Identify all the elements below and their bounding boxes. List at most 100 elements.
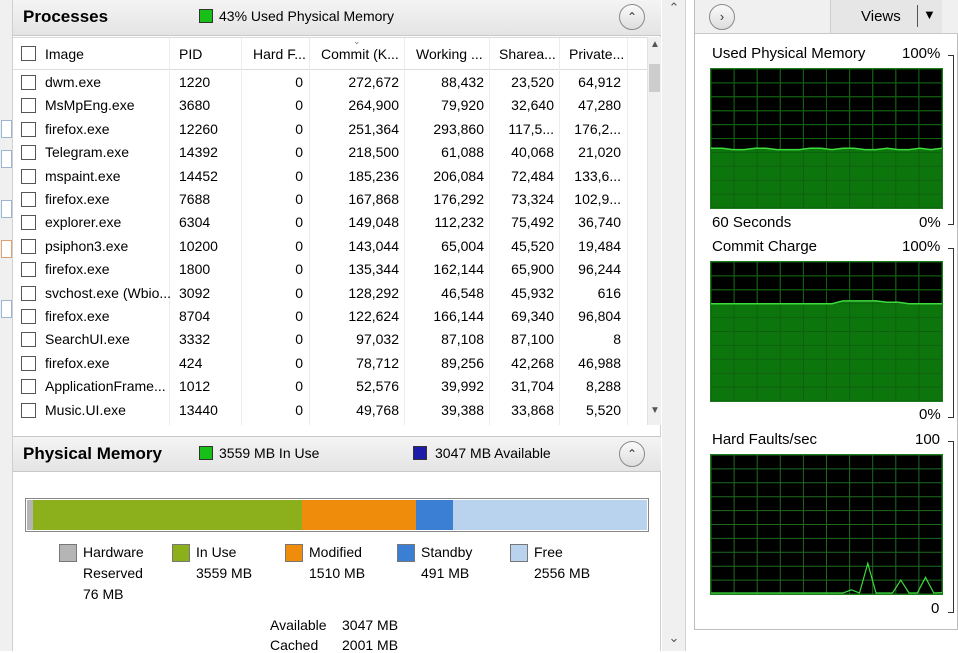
cell-image: firefox.exe xyxy=(45,191,110,207)
cell-hard-faults: 0 xyxy=(295,401,303,418)
used-memory-swatch xyxy=(199,9,213,23)
main-scrollbar[interactable]: ⌃ ⌄ xyxy=(662,0,686,651)
row-checkbox[interactable] xyxy=(21,145,36,161)
table-row[interactable]: dwm.exe 1220 0 272,672 88,432 23,520 64,912 xyxy=(13,71,647,94)
cell-pid: 10200 xyxy=(179,237,218,254)
cell-private: 19,484 xyxy=(578,237,621,254)
column-header-shareable[interactable]: Sharea... xyxy=(499,46,556,62)
expand-graphs-button[interactable]: › xyxy=(709,4,735,30)
table-row[interactable]: firefox.exe 424 0 78,712 89,256 42,268 46,988 xyxy=(13,352,647,375)
table-row[interactable]: firefox.exe 12260 0 251,364 293,860 117,5... 1… xyxy=(13,118,647,141)
table-row[interactable]: SearchUI.exe 3332 0 97,032 87,108 87,100 8 xyxy=(13,328,647,351)
cell-private: 46,988 xyxy=(578,354,621,371)
graph-title-hard-faults: Hard Faults/sec xyxy=(712,431,818,448)
column-header-hard-faults[interactable]: Hard F... xyxy=(253,46,306,62)
cell-hard-faults: 0 xyxy=(295,74,303,90)
cell-hard-faults: 0 xyxy=(295,308,303,324)
cell-working-set: 88,432 xyxy=(441,74,484,90)
cell-pid: 1800 xyxy=(179,261,211,278)
cell-pid: 3680 xyxy=(179,97,211,114)
row-checkbox[interactable] xyxy=(21,355,36,371)
cell-hard-faults: 0 xyxy=(295,97,303,114)
cell-commit: 143,044 xyxy=(348,237,399,254)
memory-legend-item: Free 2556 MB xyxy=(510,542,591,584)
row-checkbox[interactable] xyxy=(21,332,36,348)
column-header-private[interactable]: Private... xyxy=(569,46,624,62)
table-row[interactable]: firefox.exe 8704 0 122,624 166,144 69,340 96,8… xyxy=(13,305,647,328)
table-row[interactable]: mspaint.exe 14452 0 185,236 206,084 72,484 133… xyxy=(13,165,647,188)
column-header-pid[interactable]: PID xyxy=(179,46,202,62)
table-row[interactable]: Music.UI.exe 13440 0 49,768 39,388 33,868 5,52… xyxy=(13,399,647,422)
row-checkbox[interactable] xyxy=(21,168,36,184)
table-row[interactable]: Telegram.exe 14392 0 218,500 61,088 40,068 21,… xyxy=(13,141,647,164)
chevron-down-icon: ▼ xyxy=(923,7,936,22)
memory-legend-item: In Use 3559 MB xyxy=(172,542,252,584)
cell-shareable: 65,900 xyxy=(511,261,554,278)
cell-working-set: 206,084 xyxy=(433,167,484,184)
column-header-image[interactable]: Image xyxy=(45,46,84,62)
table-row[interactable]: firefox.exe 7688 0 167,868 176,292 73,324 102,… xyxy=(13,188,647,211)
cell-private: 21,020 xyxy=(578,144,621,161)
row-checkbox[interactable] xyxy=(21,238,36,254)
available-text: 3047 MB Available xyxy=(435,445,551,461)
available-swatch xyxy=(413,446,427,460)
cell-shareable: 45,932 xyxy=(511,284,554,301)
row-checkbox[interactable] xyxy=(21,192,36,207)
background-thumbnail xyxy=(1,120,12,138)
row-checkbox[interactable] xyxy=(21,285,36,301)
cell-pid: 3332 xyxy=(179,331,211,348)
table-row[interactable]: MsMpEng.exe 3680 0 264,900 79,920 32,640 47,28… xyxy=(13,94,647,117)
cell-image: dwm.exe xyxy=(45,74,102,90)
legend-swatch xyxy=(510,544,528,562)
cell-private: 8,288 xyxy=(585,378,621,395)
column-header-commit[interactable]: Commit (K... xyxy=(321,46,399,62)
table-row[interactable]: firefox.exe 1800 0 135,344 162,144 65,900 96,2… xyxy=(13,258,647,281)
cell-pid: 7688 xyxy=(179,191,211,207)
processes-table: Image PID Hard F... Commit (K... ⌄ Worki… xyxy=(13,37,647,425)
background-thumbnail xyxy=(1,300,12,318)
processes-header[interactable]: Processes 43% Used Physical Memory ⌃ xyxy=(13,0,661,36)
row-checkbox[interactable] xyxy=(21,309,36,324)
views-separator xyxy=(917,5,918,27)
table-row[interactable]: explorer.exe 6304 0 149,048 112,232 75,492 36,… xyxy=(13,211,647,234)
legend-text: 2556 MB xyxy=(534,565,591,581)
commit-charge-graph-svg xyxy=(711,262,942,401)
physical-memory-header[interactable]: Physical Memory 3559 MB In Use 3047 MB A… xyxy=(13,436,661,472)
row-checkbox[interactable] xyxy=(21,262,36,278)
views-dropdown[interactable]: Views ▼ xyxy=(830,0,942,33)
cell-hard-faults: 0 xyxy=(295,167,303,184)
table-row[interactable]: ApplicationFrame... 1012 0 52,576 39,992 31,7… xyxy=(13,375,647,398)
row-checkbox[interactable] xyxy=(21,379,36,395)
collapse-processes-button[interactable]: ⌃ xyxy=(619,4,645,30)
axis-bracket xyxy=(948,441,954,613)
cell-image: psiphon3.exe xyxy=(45,237,129,254)
table-row[interactable]: psiphon3.exe 10200 0 143,044 65,004 45,520 19,… xyxy=(13,235,647,258)
row-checkbox[interactable] xyxy=(21,215,36,231)
row-checkbox[interactable] xyxy=(21,402,36,418)
row-checkbox[interactable] xyxy=(21,98,36,114)
memory-legend-item: Modified 1510 MB xyxy=(285,542,365,584)
cell-commit: 122,624 xyxy=(348,308,399,324)
scroll-up-arrow-icon[interactable]: ⌃ xyxy=(662,0,686,16)
table-row[interactable]: svchost.exe (Wbio... 3092 0 128,292 46,548 45… xyxy=(13,282,647,305)
scrollbar-thumb[interactable] xyxy=(649,64,660,92)
cell-working-set: 166,144 xyxy=(433,308,484,324)
row-checkbox[interactable] xyxy=(21,75,36,90)
processes-scrollbar[interactable]: ▲ ▼ xyxy=(647,37,661,425)
legend-swatch xyxy=(285,544,303,562)
column-header-working[interactable]: Working ... xyxy=(416,46,483,62)
cell-image: firefox.exe xyxy=(45,354,110,371)
row-checkbox[interactable] xyxy=(21,121,36,137)
background-thumbnail xyxy=(1,200,12,218)
cell-shareable: 87,100 xyxy=(511,331,554,348)
axis-bracket xyxy=(948,248,954,418)
memory-legend-item: Hardware Reserved 76 MB xyxy=(59,542,144,605)
scroll-down-arrow-icon[interactable]: ⌄ xyxy=(662,630,686,646)
sort-descending-icon: ⌄ xyxy=(353,37,361,46)
cell-commit: 78,712 xyxy=(356,354,399,371)
scroll-up-arrow-icon[interactable]: ▲ xyxy=(648,39,662,57)
scroll-down-arrow-icon[interactable]: ▼ xyxy=(648,405,662,423)
cell-image: mspaint.exe xyxy=(45,167,121,184)
collapse-physical-memory-button[interactable]: ⌃ xyxy=(619,441,645,467)
select-all-checkbox[interactable] xyxy=(21,46,36,61)
